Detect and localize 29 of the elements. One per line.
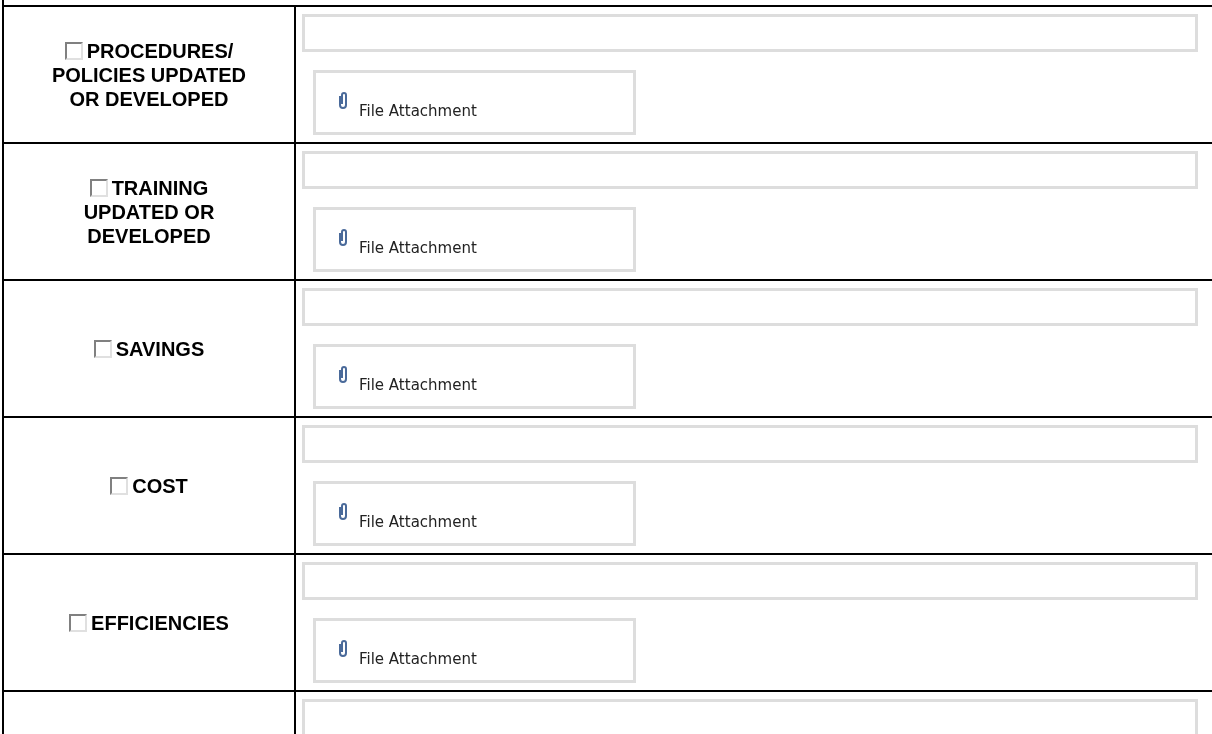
paperclip-icon: [337, 640, 349, 657]
row-label: UPDATED OR: [83, 199, 215, 224]
row-label: SAVINGS: [115, 336, 205, 361]
paperclip-icon: [337, 229, 349, 246]
row-label: DEVELOPED: [87, 223, 211, 248]
row-label: POLICIES UPDATED: [51, 62, 247, 87]
row-label: EFFICIENCIES: [91, 610, 229, 635]
checkbox[interactable]: [110, 476, 129, 495]
file-attachment-button[interactable]: File Attachment: [313, 481, 636, 546]
file-attachment-button[interactable]: File Attachment: [313, 344, 636, 409]
row-label: PROCEDURES/: [86, 38, 234, 63]
checkbox[interactable]: [93, 339, 112, 358]
checkbox[interactable]: [64, 41, 83, 60]
text-field[interactable]: [302, 425, 1198, 463]
paperclip-icon: [337, 366, 349, 383]
file-attachment-button[interactable]: File Attachment: [313, 70, 636, 135]
paperclip-icon: [337, 92, 349, 109]
file-attachment-button[interactable]: File Attachment: [313, 618, 636, 683]
paperclip-icon: [337, 503, 349, 520]
text-field[interactable]: [302, 288, 1198, 326]
checkbox[interactable]: [89, 178, 108, 197]
file-attachment-button[interactable]: File Attachment: [313, 207, 636, 272]
row-label: COST: [132, 473, 188, 498]
checkbox[interactable]: [69, 613, 88, 632]
row-label: OR DEVELOPED: [69, 86, 229, 111]
row-label: TRAINING: [111, 175, 209, 200]
text-field[interactable]: [302, 151, 1198, 189]
text-field[interactable]: [302, 14, 1198, 52]
text-field[interactable]: [302, 562, 1198, 600]
